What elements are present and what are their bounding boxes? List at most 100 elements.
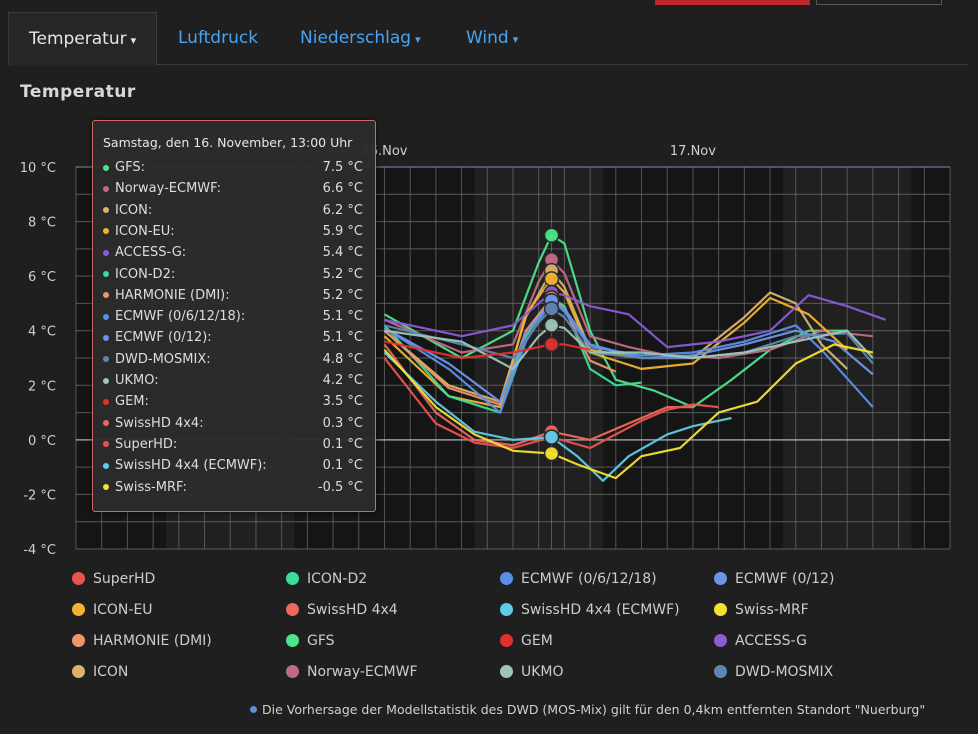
- series-dot-icon: [103, 313, 109, 320]
- legend-item[interactable]: SwissHD 4x4 (ECMWF): [500, 600, 680, 620]
- series-dot-icon: [103, 249, 109, 256]
- tooltip-row: ECMWF (0/6/12/18): 5.1 °C: [103, 306, 363, 327]
- tooltip-row: DWD-MOSMIX: 4.8 °C: [103, 349, 363, 370]
- y-tick-label: 0 °C: [28, 434, 56, 449]
- tooltip-series-name: SuperHD:: [115, 436, 178, 452]
- tooltip-row: SuperHD: 0.1 °C: [103, 434, 363, 455]
- tooltip-row: HARMONIE (DMI): 5.2 °C: [103, 285, 363, 306]
- tooltip-header: Samstag, den 16. November, 13:00 Uhr: [103, 135, 353, 150]
- legend-swatch-icon: [72, 634, 85, 647]
- legend-item[interactable]: ICON-EU: [72, 600, 153, 620]
- legend-swatch-icon: [500, 634, 513, 647]
- tooltip-series-name: UKMO:: [115, 373, 159, 388]
- legend-label: Swiss-MRF: [735, 602, 809, 618]
- series-marker: [543, 301, 560, 317]
- tooltip-series-name: ECMWF (0/6/12/18):: [115, 309, 246, 325]
- series-dot-icon: [103, 334, 109, 341]
- legend-item[interactable]: ECMWF (0/12): [714, 569, 834, 589]
- legend-item[interactable]: Norway-ECMWF: [286, 662, 418, 682]
- series-dot-icon: [103, 420, 109, 427]
- legend-label: ICON: [93, 664, 129, 680]
- series-marker: [543, 317, 560, 334]
- series-dot-icon: [103, 292, 109, 299]
- legend-item[interactable]: GEM: [500, 631, 553, 651]
- tooltip-series-name: ICON-D2:: [115, 266, 176, 282]
- tooltip-row: SwissHD 4x4 (ECMWF): 0.1 °C: [103, 455, 363, 476]
- legend-item[interactable]: SuperHD: [72, 569, 155, 589]
- y-tick-label: 2 °C: [28, 379, 56, 394]
- tooltip-series-name: Norway-ECMWF:: [115, 181, 221, 197]
- legend-item[interactable]: ACCESS-G: [714, 631, 807, 651]
- tooltip-row: ICON: 6.2 °C: [103, 200, 363, 221]
- x-tick-label: 17.Nov: [670, 144, 716, 159]
- footnote: Die Vorhersage der Modellstatistik des D…: [250, 702, 925, 717]
- legend-label: GFS: [307, 633, 335, 649]
- tooltip-series-name: ACCESS-G:: [115, 245, 187, 261]
- tooltip-row: SwissHD 4x4: 0.3 °C: [103, 413, 363, 434]
- tooltip-row: ACCESS-G: 5.4 °C: [103, 242, 363, 263]
- tooltip-series-value: 5.1 °C: [322, 330, 363, 346]
- legend-swatch-icon: [72, 572, 85, 585]
- series-dot-icon: [103, 441, 109, 448]
- series-marker: [543, 336, 560, 353]
- tooltip-series-name: GEM:: [115, 394, 149, 410]
- legend-label: SwissHD 4x4 (ECMWF): [521, 602, 680, 618]
- legend-label: Norway-ECMWF: [307, 664, 418, 680]
- legend-item[interactable]: HARMONIE (DMI): [72, 631, 212, 651]
- series-dot-icon: [103, 484, 109, 490]
- series-dot-icon: [103, 271, 109, 277]
- tooltip-series-value: 4.8 °C: [322, 351, 363, 367]
- tooltip-series-value: 5.4 °C: [322, 245, 363, 261]
- tooltip-series-value: 5.2 °C: [322, 287, 363, 303]
- tooltip-series-value: 5.2 °C: [322, 266, 363, 282]
- legend-swatch-icon: [500, 603, 513, 616]
- tooltip-series-value: 3.5 °C: [322, 394, 363, 410]
- legend-label: GEM: [521, 633, 553, 649]
- tooltip-series-value: 4.2 °C: [322, 373, 363, 388]
- legend-label: ICON-D2: [307, 571, 368, 587]
- series-dot-icon: [103, 164, 109, 171]
- series-dot-icon: [103, 207, 109, 214]
- legend-label: ICON-EU: [93, 602, 153, 618]
- tooltip-series-name: GFS:: [115, 160, 145, 175]
- legend-swatch-icon: [714, 634, 727, 647]
- legend-item[interactable]: DWD-MOSMIX: [714, 662, 833, 682]
- y-tick-label: 4 °C: [28, 325, 56, 340]
- y-tick-label: -2 °C: [23, 488, 56, 503]
- tooltip-series-value: 0.1 °C: [322, 436, 363, 452]
- legend-label: DWD-MOSMIX: [735, 664, 834, 680]
- series-marker: [543, 429, 560, 445]
- y-tick-label: 8 °C: [28, 216, 56, 231]
- legend-label: UKMO: [521, 664, 564, 680]
- series-marker: [543, 271, 560, 287]
- tooltip-series-value: 0.3 °C: [322, 415, 363, 431]
- legend-item[interactable]: ICON: [72, 662, 128, 682]
- tooltip-row: Swiss-MRF: -0.5 °C: [103, 477, 363, 498]
- series-dot-icon: [103, 356, 109, 363]
- legend-item[interactable]: SwissHD 4x4: [286, 600, 398, 620]
- series-dot-icon: [103, 398, 109, 405]
- legend-item[interactable]: UKMO: [500, 662, 564, 682]
- legend-item[interactable]: Swiss-MRF: [714, 600, 809, 620]
- tooltip-series-name: SwissHD 4x4:: [115, 415, 204, 431]
- legend-label: ECMWF (0/12): [735, 571, 835, 587]
- tooltip-series-value: 6.6 °C: [322, 181, 363, 197]
- tooltip-series-name: ICON:: [115, 202, 153, 218]
- tooltip-row: ICON-D2: 5.2 °C: [103, 264, 363, 285]
- tooltip-series-value: 0.1 °C: [322, 458, 363, 474]
- series-marker: [543, 445, 560, 462]
- legend-label: ACCESS-G: [735, 633, 807, 649]
- legend-swatch-icon: [714, 603, 727, 616]
- series-marker: [543, 227, 560, 243]
- legend-swatch-icon: [714, 572, 727, 585]
- legend-item[interactable]: GFS: [286, 631, 335, 651]
- tooltip-row: GEM: 3.5 °C: [103, 391, 363, 412]
- footnote-text: Die Vorhersage der Modellstatistik des D…: [262, 702, 926, 717]
- legend-item[interactable]: ICON-D2: [286, 569, 367, 589]
- series-dot-icon: [103, 228, 109, 235]
- tooltip-series-name: DWD-MOSMIX:: [115, 351, 211, 367]
- series-dot-icon: [103, 462, 109, 469]
- legend-swatch-icon: [500, 572, 513, 585]
- legend-item[interactable]: ECMWF (0/6/12/18): [500, 569, 657, 589]
- tooltip-row: ICON-EU: 5.9 °C: [103, 221, 363, 242]
